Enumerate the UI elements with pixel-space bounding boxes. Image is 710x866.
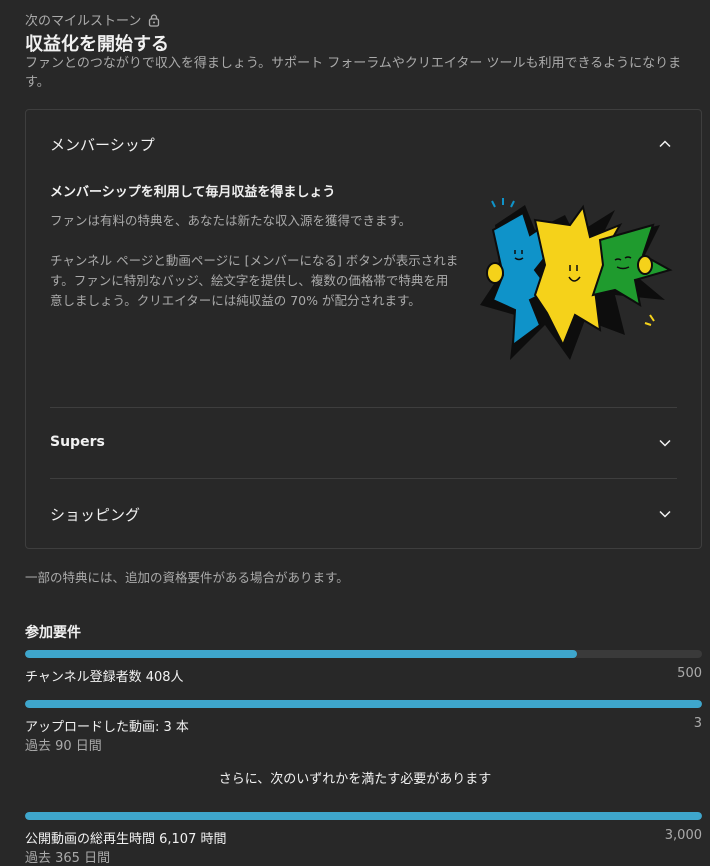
uploads-progress-bar [25, 700, 702, 708]
chevron-down-icon[interactable] [658, 436, 672, 450]
either-requirement-note: さらに、次のいずれかを満たす必要があります [218, 772, 492, 787]
membership-desc-2: チャンネル ページと動画ページに [メンバーになる] ボタンが表示されます。ファ… [50, 253, 459, 308]
watch-hours-progress-bar [25, 812, 702, 820]
eligibility-note: 一部の特典には、追加の資格要件がある場合があります。 [25, 570, 349, 585]
uploads-period: 過去 90 日間 [25, 739, 102, 754]
page-title: 収益化を開始する [25, 34, 169, 55]
membership-desc-1: ファンは有料の特典を、あなたは新たな収入源を獲得できます。 [50, 213, 412, 228]
supers-header[interactable]: Supers [50, 434, 105, 450]
milestone-label: 次のマイルストーン [25, 10, 161, 29]
membership-illustration [480, 198, 673, 360]
membership-header[interactable]: メンバーシップ [50, 134, 155, 155]
subscribers-label: チャンネル登録者数 408人 [25, 670, 184, 685]
uploads-label: アップロードした動画: 3 本 [25, 720, 189, 735]
subscribers-progress-fill [25, 650, 578, 658]
uploads-target: 3 [693, 716, 702, 731]
uploads-progress-fill [25, 700, 702, 708]
watch-hours-target: 3,000 [664, 828, 702, 843]
divider [50, 407, 677, 408]
page-subtitle: ファンとのつながりで収入を得ましょう。サポート フォーラムやクリエイター ツール… [25, 56, 682, 90]
membership-heading: メンバーシップを利用して毎月収益を得ましょう [50, 185, 336, 200]
watch-hours-label: 公開動画の総再生時間 6,107 時間 [25, 832, 227, 847]
subscribers-target: 500 [677, 666, 702, 681]
milestone-label-text: 次のマイルストーン [25, 14, 142, 29]
chevron-down-icon[interactable] [658, 507, 672, 521]
subscribers-progress-bar [25, 650, 702, 658]
lock-icon [149, 13, 160, 27]
watch-hours-period: 過去 365 日間 [25, 851, 111, 866]
shopping-header[interactable]: ショッピング [50, 504, 140, 525]
requirements-title: 参加要件 [25, 625, 81, 641]
chevron-up-icon[interactable] [658, 137, 672, 151]
divider [50, 478, 677, 479]
watch-hours-progress-fill [25, 812, 702, 820]
